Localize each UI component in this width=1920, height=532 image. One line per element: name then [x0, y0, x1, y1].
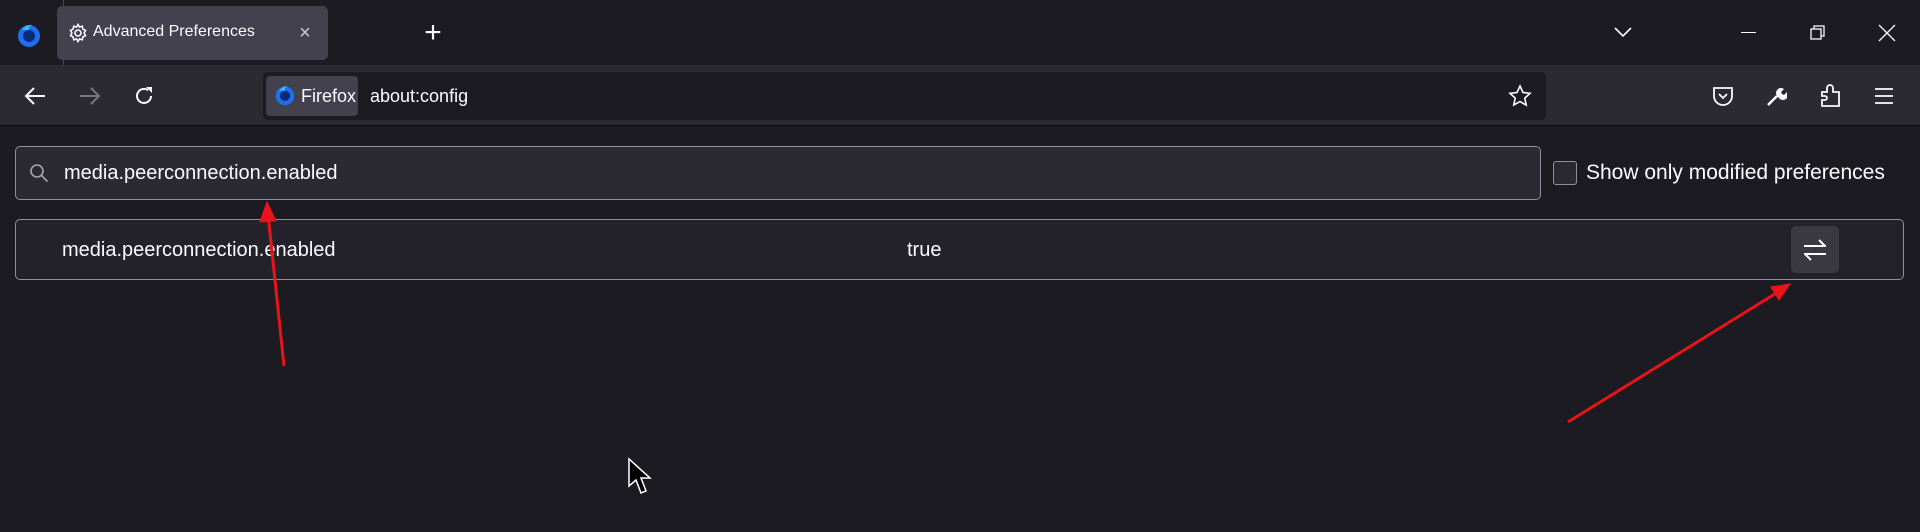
annotation-arrow-search [259, 200, 286, 367]
mouse-cursor-icon [628, 457, 652, 494]
annotation-arrow-toggle [1567, 283, 1792, 424]
annotation-arrows [259, 200, 1792, 494]
